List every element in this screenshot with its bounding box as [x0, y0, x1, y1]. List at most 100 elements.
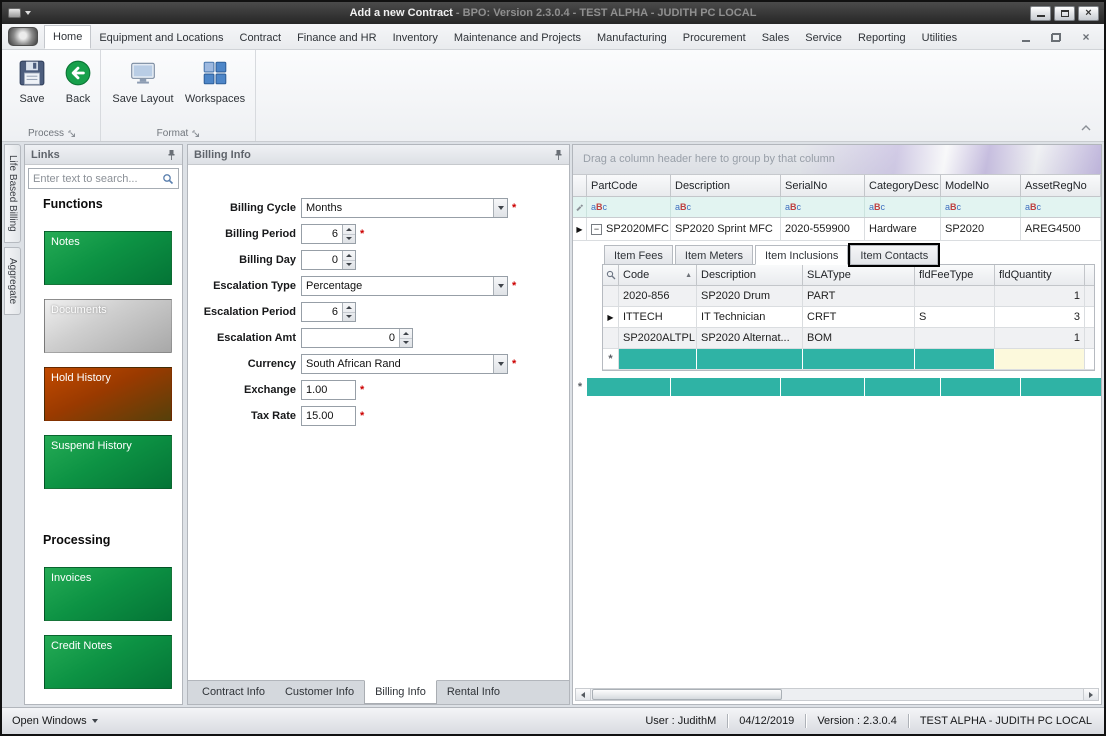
- spin-up-icon[interactable]: [400, 329, 412, 339]
- tab-contract[interactable]: Contract: [232, 27, 290, 49]
- tab-sales[interactable]: Sales: [754, 27, 798, 49]
- group-by-panel[interactable]: Drag a column header here to group by th…: [573, 145, 1101, 175]
- filter-description[interactable]: aBc: [671, 197, 781, 217]
- detail-search-icon[interactable]: [603, 265, 619, 285]
- tab-item-inclusions[interactable]: Item Inclusions: [755, 245, 848, 265]
- hold-history-button[interactable]: Hold History: [44, 367, 172, 421]
- spin-up-icon[interactable]: [343, 251, 355, 261]
- save-button[interactable]: Save: [6, 54, 58, 124]
- scrollbar-track[interactable]: [591, 689, 1083, 700]
- escalation-amt-stepper[interactable]: 0: [301, 328, 413, 348]
- tab-item-meters[interactable]: Item Meters: [675, 245, 753, 265]
- documents-button[interactable]: Documents: [44, 299, 172, 353]
- filter-categorydesc[interactable]: aBc: [865, 197, 941, 217]
- spin-up-icon[interactable]: [343, 303, 355, 313]
- pin-icon[interactable]: [167, 149, 176, 161]
- app-menu-button[interactable]: [8, 27, 38, 46]
- scrollbar-thumb[interactable]: [592, 689, 782, 700]
- horizontal-scrollbar[interactable]: [575, 688, 1099, 701]
- column-header-fldquantity[interactable]: fldQuantity: [995, 265, 1085, 285]
- tab-contract-info[interactable]: Contract Info: [192, 681, 275, 704]
- column-header-fldfeetype[interactable]: fldFeeType: [915, 265, 995, 285]
- mdi-restore-button[interactable]: [1048, 30, 1064, 44]
- tab-life-based-billing[interactable]: Life Based Billing: [4, 144, 21, 243]
- column-header-detail-description[interactable]: Description: [697, 265, 803, 285]
- column-header-code[interactable]: Code▲: [619, 265, 697, 285]
- table-row[interactable]: ▶ −SP2020MFC SP2020 Sprint MFC 2020-5599…: [573, 218, 1101, 241]
- maximize-button[interactable]: [1054, 6, 1075, 21]
- new-cell-modelno[interactable]: [941, 378, 1021, 396]
- invoices-button[interactable]: Invoices: [44, 567, 172, 621]
- tab-utilities[interactable]: Utilities: [914, 27, 965, 49]
- new-cell-fldquantity[interactable]: [995, 349, 1085, 369]
- quick-access-caret-icon[interactable]: [25, 11, 31, 15]
- spin-down-icon[interactable]: [343, 261, 355, 270]
- minimize-button[interactable]: [1030, 6, 1051, 21]
- search-icon[interactable]: [162, 173, 178, 185]
- tab-reporting[interactable]: Reporting: [850, 27, 914, 49]
- tab-item-contacts[interactable]: Item Contacts: [850, 245, 938, 265]
- currency-select[interactable]: South African Rand: [301, 354, 508, 374]
- pin-icon[interactable]: [554, 149, 563, 161]
- table-row[interactable]: ▶ ITTECH IT Technician CRFT S 3: [603, 307, 1094, 328]
- column-header-categorydesc[interactable]: CategoryDesc: [865, 175, 941, 196]
- save-layout-button[interactable]: Save Layout: [108, 54, 178, 124]
- mdi-minimize-button[interactable]: [1018, 30, 1034, 44]
- search-input[interactable]: [29, 173, 162, 185]
- filter-serialno[interactable]: aBc: [781, 197, 865, 217]
- spin-down-icon[interactable]: [343, 313, 355, 322]
- mdi-close-button[interactable]: ×: [1078, 30, 1094, 44]
- new-cell-slatype[interactable]: [803, 349, 915, 369]
- credit-notes-button[interactable]: Credit Notes: [44, 635, 172, 689]
- suspend-history-button[interactable]: Suspend History: [44, 435, 172, 489]
- collapse-detail-icon[interactable]: −: [591, 224, 602, 235]
- notes-button[interactable]: Notes: [44, 231, 172, 285]
- column-header-assetregno[interactable]: AssetRegNo: [1021, 175, 1101, 196]
- escalation-type-select[interactable]: Percentage: [301, 276, 508, 296]
- filter-modelno[interactable]: aBc: [941, 197, 1021, 217]
- chevron-down-icon[interactable]: [493, 199, 507, 217]
- tab-aggregate[interactable]: Aggregate: [4, 247, 21, 315]
- chevron-down-icon[interactable]: [493, 277, 507, 295]
- grid-new-row[interactable]: *: [573, 378, 1101, 396]
- spinner-buttons[interactable]: [342, 303, 355, 321]
- new-cell-partcode[interactable]: [587, 378, 671, 396]
- dialog-launcher-icon[interactable]: [192, 130, 200, 138]
- spinner-buttons[interactable]: [342, 251, 355, 269]
- tab-finance-and-hr[interactable]: Finance and HR: [289, 27, 385, 49]
- new-cell-fldfeetype[interactable]: [915, 349, 995, 369]
- column-header-description[interactable]: Description: [671, 175, 781, 196]
- column-header-partcode[interactable]: PartCode: [587, 175, 671, 196]
- spin-down-icon[interactable]: [400, 339, 412, 348]
- billing-day-stepper[interactable]: 0: [301, 250, 356, 270]
- tab-item-fees[interactable]: Item Fees: [604, 245, 673, 265]
- chevron-down-icon[interactable]: [493, 355, 507, 373]
- column-header-slatype[interactable]: SLAType: [803, 265, 915, 285]
- collapse-ribbon-icon[interactable]: [1080, 123, 1092, 135]
- new-cell-assetregno[interactable]: [1021, 378, 1101, 396]
- new-cell-categorydesc[interactable]: [865, 378, 941, 396]
- detail-new-row[interactable]: *: [603, 349, 1094, 370]
- exchange-field[interactable]: 1.00: [301, 380, 356, 400]
- open-windows-button[interactable]: Open Windows: [12, 715, 98, 727]
- filter-partcode[interactable]: aBc: [587, 197, 671, 217]
- dialog-launcher-icon[interactable]: [68, 130, 76, 138]
- spinner-buttons[interactable]: [399, 329, 412, 347]
- filter-assetregno[interactable]: aBc: [1021, 197, 1101, 217]
- new-cell-description[interactable]: [697, 349, 803, 369]
- table-row[interactable]: 2020-856 SP2020 Drum PART 1: [603, 286, 1094, 307]
- close-button[interactable]: ×: [1078, 6, 1099, 21]
- new-cell-code[interactable]: [619, 349, 697, 369]
- billing-cycle-select[interactable]: Months: [301, 198, 508, 218]
- spinner-buttons[interactable]: [342, 225, 355, 243]
- links-search[interactable]: [28, 168, 179, 189]
- tab-manufacturing[interactable]: Manufacturing: [589, 27, 675, 49]
- quick-access-toolbar[interactable]: [2, 8, 31, 18]
- tab-procurement[interactable]: Procurement: [675, 27, 754, 49]
- scroll-right-icon[interactable]: [1083, 689, 1098, 700]
- tab-customer-info[interactable]: Customer Info: [275, 681, 364, 704]
- tax-rate-field[interactable]: 15.00: [301, 406, 356, 426]
- spin-down-icon[interactable]: [343, 235, 355, 244]
- tab-billing-info[interactable]: Billing Info: [364, 680, 437, 704]
- scroll-left-icon[interactable]: [576, 689, 591, 700]
